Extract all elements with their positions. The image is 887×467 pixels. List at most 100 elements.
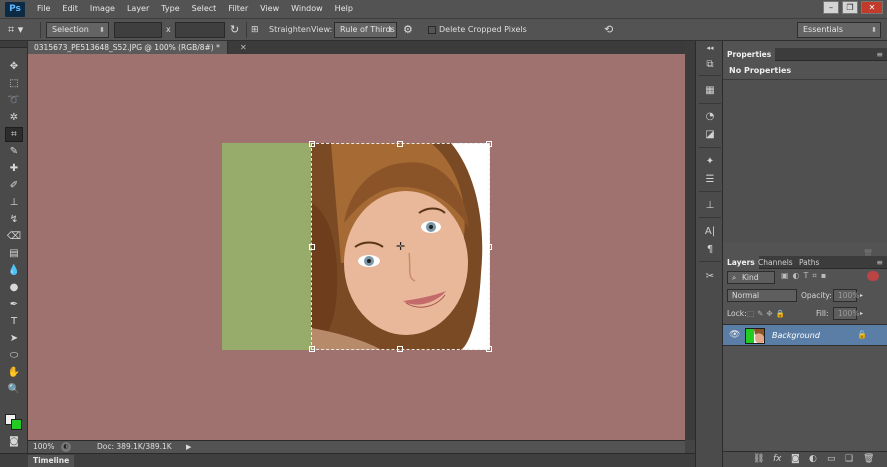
delete-layer-icon[interactable]: 🗑 [863,454,874,464]
crop-handle-left[interactable] [309,244,315,250]
crop-handle-right[interactable] [486,244,492,250]
tab-paths[interactable]: Paths [795,256,823,269]
eraser-tool-icon[interactable]: ⌫ [5,229,23,244]
fill-arrow-icon[interactable]: ▸ [860,307,863,320]
type-tool-icon[interactable]: T [5,314,23,329]
maximize-icon[interactable]: ❐ [842,1,858,14]
eyedropper-tool-icon[interactable]: ✎ [5,144,23,159]
workspace-select[interactable]: Essentials [797,22,881,38]
menu-help[interactable]: Help [329,0,359,18]
fill-input[interactable]: 100% [833,307,859,320]
overlay-view-select[interactable]: Rule of Thirds [334,22,397,38]
zoom-tool-icon[interactable]: 🔍 [5,382,23,397]
hand-tool-icon[interactable]: ✋ [5,365,23,380]
new-group-icon[interactable]: ▭ [827,454,836,464]
tab-close-icon[interactable]: ✕ [240,41,247,54]
healing-brush-tool-icon[interactable]: ✚ [5,161,23,176]
marquee-tool-icon[interactable]: ⬚ [5,76,23,91]
crop-handle-top[interactable] [397,141,403,147]
character-panel-icon[interactable]: A| [702,224,718,238]
layers-panel-menu-icon[interactable]: ≡ [876,256,883,269]
straighten-button[interactable]: Straighten [269,22,311,38]
dodge-tool-icon[interactable]: ● [5,280,23,295]
zoom-level[interactable]: 100% [33,441,54,453]
height-input[interactable] [175,22,225,38]
layer-style-icon[interactable]: fx [773,454,782,464]
tab-properties[interactable]: Properties [723,48,776,61]
color-panel-icon[interactable]: ◔ [702,109,718,123]
swap-icon[interactable]: ↻ [230,22,242,38]
delete-cropped-checkbox[interactable] [428,26,436,34]
collapse-dock-icon[interactable]: ◂◂ [702,41,718,55]
brush-tool-icon[interactable]: ✐ [5,178,23,193]
adjustments-panel-icon[interactable]: ◪ [702,127,718,141]
width-input[interactable] [114,22,162,38]
crop-handle-bottom[interactable] [397,346,403,352]
timeline-tab[interactable]: Timeline [28,455,75,467]
add-mask-icon[interactable]: ◙ [791,454,800,464]
crop-handle-bottom-left[interactable] [309,346,315,352]
crop-preset-select[interactable]: Selection [46,22,109,38]
close-icon[interactable]: ✕ [861,1,883,14]
menu-view[interactable]: View [254,0,285,18]
adjustment-layer-icon[interactable]: ◐ [809,454,817,464]
background-color-swatch[interactable] [11,419,22,430]
layer-row-background[interactable]: 👁 Background 🔒 [723,324,887,346]
menu-edit[interactable]: Edit [56,0,84,18]
canvas-area[interactable]: ✛ [28,54,685,440]
brush-presets-icon[interactable]: ✦ [702,154,718,168]
blend-mode-select[interactable]: Normal [727,289,797,302]
quick-mask-icon[interactable]: ◙ [5,434,23,449]
brush-panel-icon[interactable]: ☰ [702,172,718,186]
reset-icon[interactable]: ⟲ [604,22,618,38]
status-menu-arrow-icon[interactable]: ▶ [186,441,191,453]
filter-toggle-icon[interactable] [867,271,879,281]
gradient-tool-icon[interactable]: ▤ [5,246,23,261]
layer-filter-kind-select[interactable]: ⌕ Kind [727,271,775,284]
layer-name: Background [772,331,820,340]
document-tab[interactable]: 0315673_PE513648_S52.JPG @ 100% (RGB/8#)… [28,41,228,54]
straighten-icon[interactable]: ⊞ [251,22,265,38]
crop-tool-preset-icon[interactable]: ⌗ ▾ [8,22,34,38]
crop-handle-top-right[interactable] [486,141,492,147]
magic-wand-tool-icon[interactable]: ✲ [5,110,23,125]
new-layer-icon[interactable]: ❑ [845,454,853,464]
menu-file[interactable]: File [31,0,56,18]
history-panel-icon[interactable]: ⧉ [702,57,718,71]
tab-channels[interactable]: Channels [754,256,797,269]
tool-presets-icon[interactable]: ✂ [702,269,718,283]
link-layers-icon[interactable]: ⛓ [753,454,764,464]
menu-window[interactable]: Window [285,0,329,18]
crop-tool-icon[interactable]: ⌗ [5,127,23,142]
minimize-icon[interactable]: – [823,1,839,14]
crop-frame[interactable]: ✛ [309,141,492,352]
swatches-panel-icon[interactable]: ▦ [702,83,718,97]
opacity-arrow-icon[interactable]: ▸ [860,289,863,302]
paragraph-panel-icon[interactable]: ¶ [702,242,718,256]
lasso-tool-icon[interactable]: ➰ [5,93,23,108]
status-info-icon[interactable]: ◐ [61,442,71,452]
layer-lock-icon: 🔒 [857,330,867,339]
opacity-input[interactable]: 100% [833,289,859,302]
layer-filter-icons[interactable]: ▣◐T⌗▪ [781,271,830,281]
move-tool-icon[interactable]: ✥ [5,59,23,74]
shape-tool-icon[interactable]: ⬭ [5,348,23,363]
clone-stamp-tool-icon[interactable]: ⊥ [5,195,23,210]
clone-source-icon[interactable]: ⊥ [702,198,718,212]
history-brush-tool-icon[interactable]: ↯ [5,212,23,227]
menu-select[interactable]: Select [186,0,223,18]
crop-handle-top-left[interactable] [309,141,315,147]
lock-icons[interactable]: ⬚✎✥🔒 [747,307,788,320]
blur-tool-icon[interactable]: 💧 [5,263,23,278]
panel-menu-icon[interactable]: ≡ [876,48,883,61]
gear-icon[interactable]: ⚙ [403,22,417,38]
properties-panel: No Properties 🗑 [723,61,887,261]
visibility-eye-icon[interactable]: 👁 [729,330,740,340]
crop-handle-bottom-right[interactable] [486,346,492,352]
menu-image[interactable]: Image [84,0,121,18]
menu-type[interactable]: Type [155,0,185,18]
menu-filter[interactable]: Filter [222,0,254,18]
pen-tool-icon[interactable]: ✒ [5,297,23,312]
path-selection-tool-icon[interactable]: ➤ [5,331,23,346]
menu-layer[interactable]: Layer [121,0,155,18]
